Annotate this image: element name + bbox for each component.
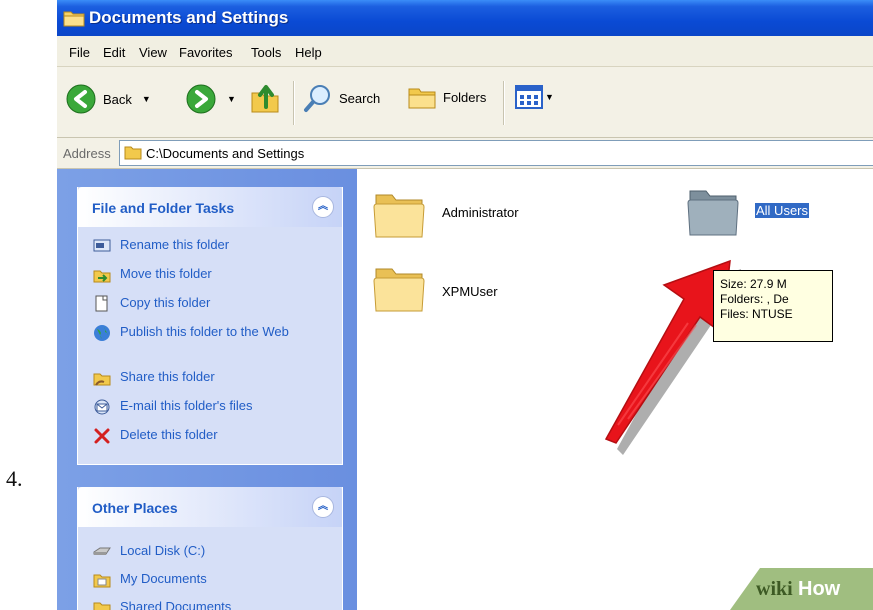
- place-label: My Documents: [120, 571, 207, 586]
- place-label: Local Disk (C:): [120, 543, 206, 558]
- window-title: Documents and Settings: [89, 8, 289, 27]
- collapse-chevron-icon[interactable]: ︽: [312, 496, 334, 518]
- place-local-disk[interactable]: Local Disk (C:): [92, 543, 330, 561]
- tooltip-folders: Folders: , De: [720, 292, 789, 306]
- place-shared-documents[interactable]: Shared Documents: [92, 599, 330, 610]
- task-label: Delete this folder: [120, 427, 218, 442]
- folder-label-selected[interactable]: All Users: [755, 203, 810, 218]
- address-field[interactable]: C:\Documents and Settings: [119, 140, 873, 166]
- panel-title: File and Folder Tasks: [92, 200, 235, 216]
- folders-button[interactable]: Folders: [407, 83, 486, 111]
- collapse-chevron-icon[interactable]: ︽: [312, 196, 334, 218]
- tooltip-size: Size: 27.9 M: [720, 277, 787, 291]
- disk-icon: [93, 547, 111, 555]
- address-label: Address: [63, 146, 111, 161]
- search-label: Search: [339, 90, 381, 106]
- other-places-header[interactable]: Other Places ︽: [78, 487, 342, 527]
- menu-help[interactable]: Help: [295, 45, 322, 60]
- menu-tools[interactable]: Tools: [251, 45, 281, 60]
- task-label: E-mail this folder's files: [120, 398, 253, 413]
- task-label: Move this folder: [120, 266, 212, 281]
- folder-icon: [63, 11, 85, 27]
- views-dropdown-icon[interactable]: ▼: [545, 92, 554, 102]
- other-places-panel: Other Places ︽ Local Disk (C:) My Docume…: [77, 487, 343, 610]
- folder-icon: [124, 146, 142, 160]
- wikihow-watermark: wiki How: [700, 568, 873, 610]
- title-bar[interactable]: Documents and Settings: [57, 0, 873, 36]
- file-folder-tasks-header[interactable]: File and Folder Tasks ︽: [78, 187, 342, 227]
- share-icon: [93, 373, 111, 386]
- toolbar: Back ▼ ▼ Search Folders ▼: [57, 67, 873, 138]
- delete-icon: [94, 428, 110, 444]
- folder-icon: [93, 602, 111, 610]
- task-rename-folder[interactable]: Rename this folder: [92, 237, 330, 255]
- task-share-folder[interactable]: Share this folder: [92, 369, 330, 387]
- up-folder-icon: [251, 85, 279, 113]
- back-arrow-icon: [66, 84, 96, 114]
- views-button[interactable]: ▼: [515, 85, 554, 109]
- panel-title: Other Places: [92, 500, 178, 516]
- folder-label[interactable]: XPMUser: [442, 284, 498, 299]
- task-pane: File and Folder Tasks ︽ Rename this fold…: [57, 169, 357, 610]
- task-label: Copy this folder: [120, 295, 211, 310]
- menu-edit[interactable]: Edit: [103, 45, 125, 60]
- globe-icon: [94, 325, 110, 341]
- address-value: C:\Documents and Settings: [146, 146, 305, 161]
- task-copy-folder[interactable]: Copy this folder: [92, 295, 330, 313]
- menu-file[interactable]: File: [69, 45, 90, 60]
- back-label: Back: [103, 91, 132, 107]
- address-bar: Address C:\Documents and Settings: [57, 138, 873, 169]
- folder-label[interactable]: Administrator: [442, 205, 519, 220]
- search-icon: [304, 85, 330, 112]
- email-icon: [94, 399, 110, 415]
- menu-favorites[interactable]: Favorites: [179, 45, 232, 60]
- folder-icon: [93, 574, 111, 588]
- place-label: Shared Documents: [120, 599, 232, 610]
- rename-icon: [93, 239, 111, 252]
- task-publish-folder[interactable]: Publish this folder to the Web: [92, 324, 330, 342]
- task-delete-folder[interactable]: Delete this folder: [92, 427, 330, 445]
- copy-icon: [95, 295, 108, 312]
- back-dropdown-icon[interactable]: ▼: [142, 94, 151, 104]
- task-label: Rename this folder: [120, 237, 230, 252]
- task-label: Publish this folder to the Web: [120, 324, 289, 339]
- folder-icon: [373, 194, 425, 238]
- menu-view[interactable]: View: [139, 45, 167, 60]
- forward-dropdown-icon[interactable]: ▼: [227, 94, 236, 104]
- folder-administrator[interactable]: [372, 187, 426, 247]
- folder-info-tooltip: Size: 27.9 M Folders: , De Files: NTUSE: [713, 270, 833, 342]
- file-folder-tasks-panel: File and Folder Tasks ︽ Rename this fold…: [77, 187, 343, 465]
- tooltip-files: Files: NTUSE: [720, 307, 793, 321]
- move-icon: [93, 270, 111, 283]
- folders-label: Folders: [443, 89, 487, 105]
- folder-xpmuser[interactable]: [372, 261, 426, 321]
- forward-arrow-icon: [186, 84, 216, 114]
- up-folder-button[interactable]: [249, 81, 281, 115]
- red-arrow-annotation: [604, 259, 741, 455]
- folder-icon: [373, 268, 425, 312]
- watermark-how: How: [798, 578, 841, 600]
- task-email-files[interactable]: E-mail this folder's files: [92, 398, 330, 416]
- folders-icon: [408, 88, 436, 109]
- explorer-window: Documents and Settings File Edit View Fa…: [57, 0, 873, 610]
- forward-button[interactable]: ▼: [185, 83, 236, 115]
- watermark-wiki: wiki: [756, 578, 793, 600]
- back-button[interactable]: Back ▼: [65, 83, 151, 115]
- search-button[interactable]: Search: [303, 83, 380, 113]
- views-icon: [515, 85, 543, 109]
- step-number: 4.: [6, 466, 23, 491]
- task-move-folder[interactable]: Move this folder: [92, 266, 330, 284]
- task-label: Share this folder: [120, 369, 215, 384]
- menu-bar: File Edit View Favorites Tools Help: [57, 36, 873, 67]
- folder-view: Administrator XPMUser All Users: [358, 169, 873, 610]
- place-my-documents[interactable]: My Documents: [92, 571, 330, 589]
